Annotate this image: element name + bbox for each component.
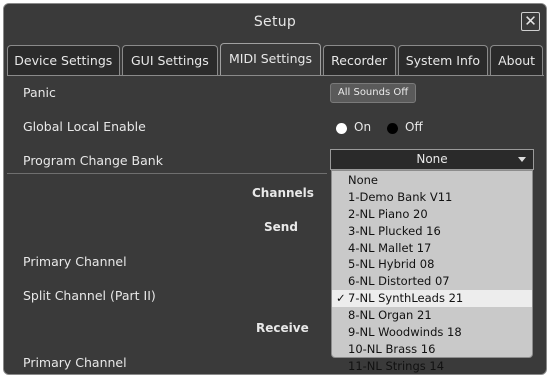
close-button[interactable]: ✕	[521, 12, 540, 31]
tab-gui-settings[interactable]: GUI Settings	[121, 45, 219, 75]
tab-about[interactable]: About	[490, 45, 543, 75]
all-sounds-off-button[interactable]: All Sounds Off	[330, 83, 416, 103]
midi-settings-panel: Panic All Sounds Off Global Local Enable…	[7, 75, 544, 374]
split-channel-label: Split Channel (Part II)	[23, 288, 156, 303]
global-local-enable-label: Global Local Enable	[23, 119, 146, 134]
program-change-bank-label: Program Change Bank	[23, 153, 163, 168]
dropdown-item-2[interactable]: 2-NL Piano 20	[332, 206, 532, 223]
send-header: Send	[264, 220, 298, 234]
radio-off[interactable]	[387, 123, 398, 134]
section-divider	[7, 173, 327, 174]
close-icon: ✕	[524, 12, 537, 30]
dropdown-item-10[interactable]: 10-NL Brass 16	[332, 341, 532, 358]
dropdown-item-11[interactable]: 11-NL Strings 14	[332, 358, 532, 374]
dropdown-item-8[interactable]: 8-NL Organ 21	[332, 307, 532, 324]
dropdown-item-5[interactable]: 5-NL Hybrid 08	[332, 256, 532, 273]
tab-recorder[interactable]: Recorder	[322, 45, 396, 75]
chevron-down-icon	[518, 157, 526, 162]
dropdown-item-4[interactable]: 4-NL Mallet 17	[332, 240, 532, 257]
tab-midi-settings[interactable]: MIDI Settings	[220, 43, 321, 75]
radio-on-label: On	[354, 120, 372, 134]
tab-device-settings[interactable]: Device Settings	[7, 45, 120, 75]
tab-system-info[interactable]: System Info	[397, 45, 489, 75]
channels-header: Channels	[252, 186, 314, 200]
tab-bar: Device Settings GUI Settings MIDI Settin…	[7, 43, 543, 75]
program-change-bank-dropdown: None 1-Demo Bank V11 2-NL Piano 20 3-NL …	[331, 170, 533, 373]
receive-header: Receive	[256, 321, 309, 335]
dropdown-item-6[interactable]: 6-NL Distorted 07	[332, 273, 532, 290]
check-icon: ✓	[336, 291, 346, 306]
dropdown-item-7-label: 7-NL SynthLeads 21	[348, 291, 464, 306]
dropdown-item-none[interactable]: None	[332, 172, 532, 189]
panic-label: Panic	[23, 85, 56, 100]
dropdown-item-7[interactable]: ✓ 7-NL SynthLeads 21	[332, 290, 532, 308]
setup-dialog: Setup ✕ Device Settings GUI Settings MID…	[3, 3, 547, 375]
program-change-bank-value: None	[416, 152, 448, 166]
radio-off-label: Off	[405, 120, 423, 134]
dropdown-item-3[interactable]: 3-NL Plucked 16	[332, 223, 532, 240]
dropdown-item-1[interactable]: 1-Demo Bank V11	[332, 189, 532, 206]
dialog-title: Setup	[4, 4, 546, 40]
radio-on[interactable]	[336, 123, 347, 134]
send-primary-channel-label: Primary Channel	[23, 254, 127, 269]
receive-primary-channel-label: Primary Channel	[23, 355, 127, 370]
program-change-bank-select[interactable]: None	[330, 149, 534, 170]
dropdown-item-9[interactable]: 9-NL Woodwinds 18	[332, 324, 532, 341]
